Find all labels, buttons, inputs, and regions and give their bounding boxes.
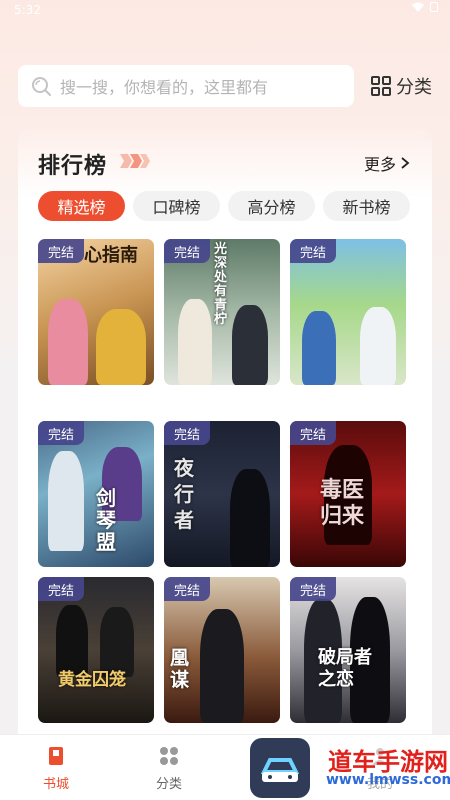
cover-figure (48, 451, 84, 551)
cover-figure (302, 311, 336, 385)
nav-category[interactable]: 分类 (139, 745, 199, 792)
search-placeholder: 搜一搜，你想看的，这里都有 (60, 78, 269, 97)
book-cover[interactable]: 剑琴盟 完结 (38, 421, 154, 567)
cover-figure (230, 469, 270, 567)
book-icon (49, 747, 63, 765)
more-label: 更多 (363, 155, 396, 174)
book-cover[interactable]: 凰谋 完结 (164, 577, 280, 723)
nav-bookstore-label: 书城 (42, 777, 69, 792)
cover-title: 心指南 (84, 245, 138, 266)
chevron-right-icon (401, 157, 410, 169)
category-icon (160, 747, 178, 765)
book-cover[interactable]: 完结 (290, 239, 406, 385)
ranking-title: 排行榜 (38, 154, 108, 179)
nav-category-label: 分类 (155, 777, 182, 792)
status-badge: 完结 (164, 421, 210, 445)
cover-title: 黄金囚笼 (58, 670, 126, 690)
status-badge: 完结 (38, 577, 84, 601)
search-row: 搜一搜，你想看的，这里都有 分类 (18, 64, 436, 108)
tab-new-books[interactable]: 新书榜 (323, 191, 410, 221)
book-cover[interactable]: 心指南 完结 (38, 239, 154, 385)
tab-featured[interactable]: 精选榜 (38, 191, 125, 221)
status-bar: 5:32 (0, 0, 450, 24)
cover-figure (178, 299, 212, 385)
ranking-tabs: 精选榜 口碑榜 高分榜 新书榜 (38, 191, 410, 221)
cover-title: 破局者之恋 (318, 647, 372, 690)
tab-reputation[interactable]: 口碑榜 (133, 191, 220, 221)
cover-figure (360, 307, 396, 385)
cover-figure (232, 305, 268, 385)
cover-title: 光深处有青柠 (214, 242, 228, 327)
ranking-card: 排行榜 更多 精选榜 口碑榜 高分榜 新书榜 心指南 完结 光深处有青柠 完结 (18, 128, 432, 748)
watermark-url: www.lmwss.com (326, 772, 450, 788)
book-cover[interactable]: 破局者之恋 完结 (290, 577, 406, 723)
status-badge: 完结 (164, 239, 210, 263)
cover-title: 毒医归来 (320, 477, 365, 529)
status-badge: 完结 (164, 577, 210, 601)
cover-figure (48, 299, 88, 385)
category-label: 分类 (396, 77, 432, 98)
book-cover[interactable]: 黄金囚笼 完结 (38, 577, 154, 723)
grid-icon (371, 76, 391, 96)
cover-figure (96, 309, 146, 385)
wifi-icon (412, 2, 424, 12)
cover-title: 剑琴盟 (96, 486, 116, 554)
status-icons (412, 2, 438, 12)
battery-icon (430, 2, 438, 12)
status-badge: 完结 (290, 239, 336, 263)
chevrons-icon (120, 154, 150, 168)
status-badge: 完结 (290, 577, 336, 601)
search-box[interactable]: 搜一搜，你想看的，这里都有 (18, 65, 354, 107)
watermark-logo (250, 738, 310, 798)
search-icon (32, 77, 51, 96)
book-cover[interactable]: 毒医归来 完结 (290, 421, 406, 567)
status-time: 5:32 (14, 3, 41, 17)
more-link[interactable]: 更多 (364, 151, 410, 175)
status-badge: 完结 (38, 421, 84, 445)
cover-figure (200, 609, 244, 723)
car-icon (260, 758, 300, 782)
nav-bookstore[interactable]: 书城 (26, 745, 86, 792)
status-badge: 完结 (38, 239, 84, 263)
cover-title: 凰谋 (170, 647, 190, 691)
category-button[interactable]: 分类 (370, 73, 432, 99)
status-badge: 完结 (290, 421, 336, 445)
cover-title: 夜行者 (174, 456, 194, 532)
book-cover[interactable]: 夜行者 完结 (164, 421, 280, 567)
tab-high-score[interactable]: 高分榜 (228, 191, 315, 221)
book-cover[interactable]: 光深处有青柠 完结 (164, 239, 280, 385)
